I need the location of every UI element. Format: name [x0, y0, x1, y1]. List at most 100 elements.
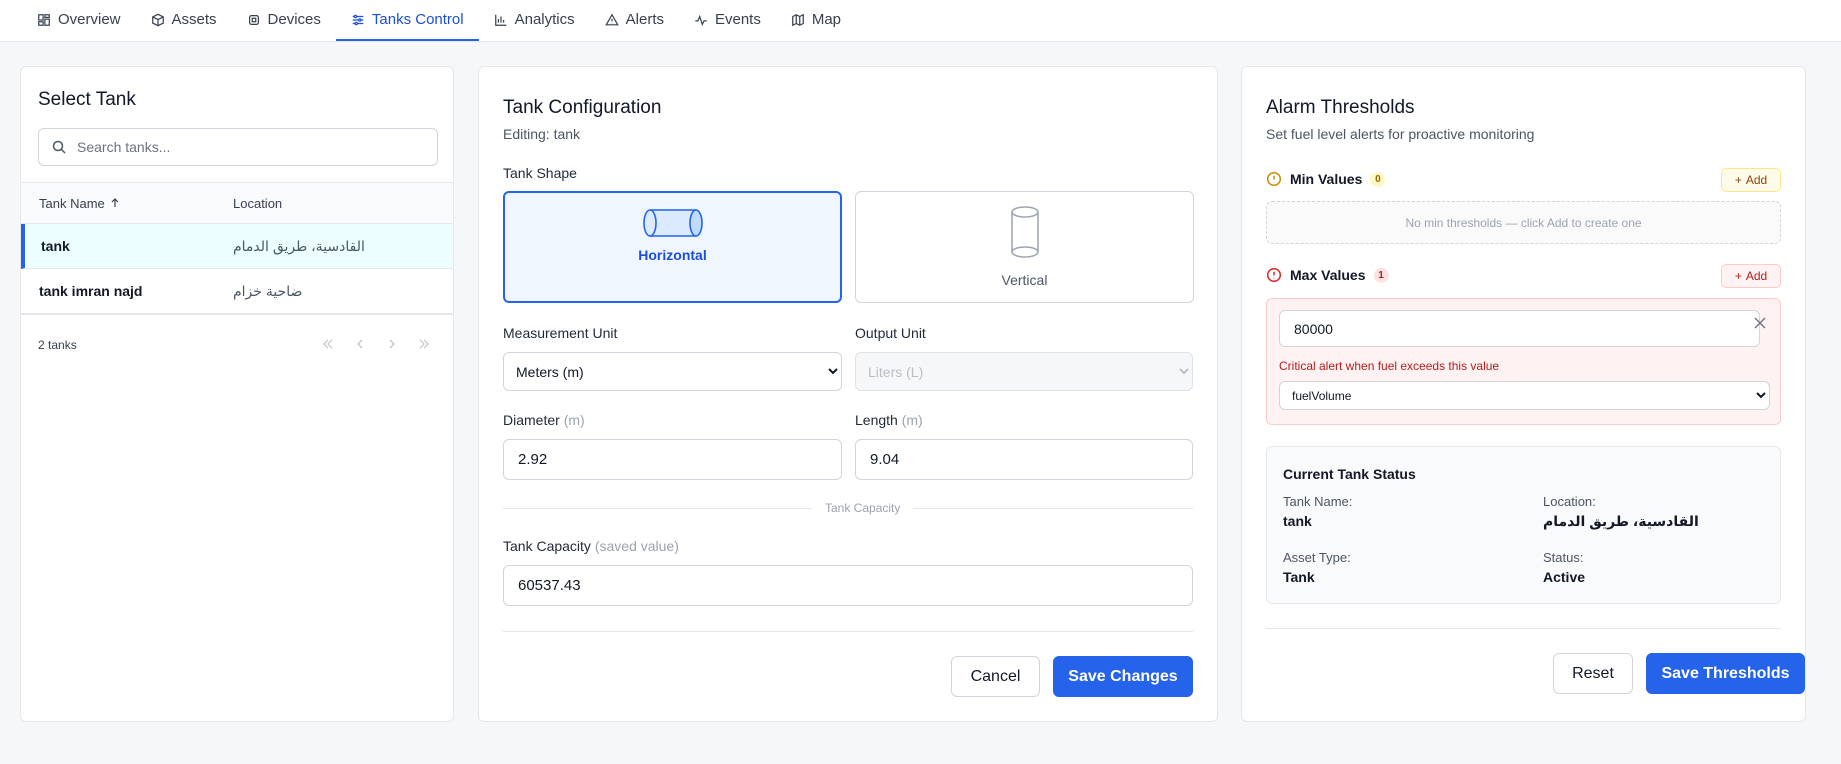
- tab-alerts[interactable]: Alerts: [590, 0, 679, 41]
- tank-name-cell: tank: [41, 238, 70, 254]
- tank-shape-label: Tank Shape: [503, 165, 577, 181]
- sort-asc-icon: [111, 198, 119, 207]
- status-value: Active: [1543, 569, 1586, 585]
- bar-chart-icon: [494, 14, 506, 26]
- activity-icon: [695, 14, 707, 26]
- button-label: Add: [1745, 173, 1768, 187]
- add-min-button[interactable]: + Add: [1721, 168, 1781, 192]
- next-page-icon[interactable]: [385, 337, 399, 351]
- column-label: Tank Name: [39, 195, 105, 211]
- output-unit-select[interactable]: Liters (L): [855, 352, 1193, 391]
- capacity-label: Tank Capacity (saved value): [503, 538, 679, 554]
- select-tank-panel: Select Tank Tank Name Location tank القا…: [20, 66, 454, 722]
- plus-icon: +: [1734, 269, 1742, 283]
- diameter-input[interactable]: [503, 439, 842, 480]
- reset-button[interactable]: Reset: [1553, 653, 1633, 694]
- length-unit: (m): [901, 412, 923, 428]
- tab-overview[interactable]: Overview: [22, 0, 136, 41]
- column-tank-name[interactable]: Tank Name: [39, 196, 120, 211]
- diameter-unit: (m): [563, 412, 585, 428]
- add-max-button[interactable]: + Add: [1721, 264, 1781, 288]
- horizontal-tank-icon: [642, 209, 703, 237]
- panel-subtitle: Set fuel level alerts for proactive moni…: [1266, 126, 1535, 142]
- max-value-input[interactable]: [1279, 310, 1760, 347]
- max-values-header: Max Values 1: [1266, 267, 1389, 283]
- min-empty-state: No min thresholds — click Add to create …: [1266, 201, 1781, 244]
- min-values-header: Min Values 0: [1266, 171, 1386, 187]
- panel-title: Tank Configuration: [503, 97, 662, 118]
- top-nav: Overview Assets Devices Tanks Control An…: [0, 0, 1841, 42]
- length-input[interactable]: [855, 439, 1193, 480]
- footer-divider: [503, 631, 1193, 632]
- diameter-label-text: Diameter: [503, 412, 560, 428]
- status-value: القادسية، طريق الدمام: [1543, 513, 1699, 529]
- footer-divider: [1266, 628, 1781, 629]
- status-value: tank: [1283, 513, 1312, 529]
- threshold-field-select[interactable]: fuelVolume: [1279, 381, 1770, 410]
- status-key: Asset Type:: [1283, 550, 1351, 565]
- tank-configuration-panel: Tank Configuration Editing: tank Tank Sh…: [478, 66, 1218, 722]
- editing-label: Editing: tank: [503, 126, 581, 142]
- plus-icon: +: [1734, 173, 1742, 187]
- output-unit-label: Output Unit: [855, 325, 926, 341]
- tab-label: Alerts: [625, 11, 664, 28]
- capacity-label-text: Tank Capacity: [503, 538, 591, 554]
- alert-circle-icon: [1266, 171, 1282, 187]
- last-page-icon[interactable]: [417, 337, 431, 351]
- table-row[interactable]: tank imran najd ضاحية خزام: [21, 269, 453, 314]
- first-page-icon[interactable]: [321, 337, 335, 351]
- diameter-label: Diameter (m): [503, 412, 585, 428]
- location-cell: القادسية، طريق الدمام: [233, 237, 365, 254]
- status-key: Tank Name:: [1283, 494, 1353, 509]
- search-input[interactable]: [77, 139, 417, 155]
- warning-icon: [604, 13, 619, 25]
- location-cell: ضاحية خزام: [233, 282, 303, 299]
- status-key: Status:: [1543, 550, 1584, 565]
- vertical-tank-icon: [1010, 206, 1039, 258]
- tab-analytics[interactable]: Analytics: [479, 0, 590, 41]
- tab-events[interactable]: Events: [679, 0, 776, 41]
- shape-vertical-option[interactable]: Vertical: [855, 191, 1194, 303]
- section-label: Max Values: [1290, 267, 1366, 283]
- tab-assets[interactable]: Assets: [136, 0, 232, 41]
- map-icon: [791, 13, 804, 26]
- status-tank-name: Tank Name: tank: [1283, 494, 1352, 529]
- tab-label: Events: [714, 11, 761, 28]
- divider-label: Tank Capacity: [812, 501, 914, 515]
- status-location: Location: القادسية، طريق الدمام: [1543, 494, 1699, 530]
- box-icon: [151, 13, 164, 26]
- tab-label: Assets: [171, 11, 217, 28]
- status-asset-type: Asset Type: Tank: [1283, 550, 1351, 585]
- search-box: [38, 128, 438, 166]
- status-value: Tank: [1283, 569, 1315, 585]
- save-thresholds-button[interactable]: Save Thresholds: [1646, 653, 1805, 694]
- prev-page-icon[interactable]: [353, 337, 367, 351]
- tab-label: Overview: [58, 11, 121, 28]
- cancel-button[interactable]: Cancel: [951, 656, 1040, 697]
- tab-tanks-control[interactable]: Tanks Control: [335, 0, 479, 41]
- shape-horizontal-option[interactable]: Horizontal: [503, 191, 842, 303]
- panel-title: Select Tank: [38, 89, 136, 110]
- tab-map[interactable]: Map: [776, 0, 856, 41]
- alert-circle-icon: [1266, 267, 1282, 283]
- save-changes-button[interactable]: Save Changes: [1053, 656, 1193, 697]
- device-icon: [248, 14, 259, 25]
- shape-label: Horizontal: [638, 247, 707, 263]
- shape-label: Vertical: [1001, 272, 1048, 288]
- status-title: Current Tank Status: [1283, 466, 1416, 482]
- capacity-input[interactable]: [503, 565, 1193, 606]
- status-key: Location:: [1543, 494, 1596, 509]
- table-row[interactable]: tank القادسية، طريق الدمام: [21, 224, 453, 269]
- measurement-unit-select[interactable]: Meters (m): [503, 352, 842, 391]
- panel-title: Alarm Thresholds: [1266, 97, 1415, 118]
- status-state: Status: Active: [1543, 550, 1585, 585]
- close-icon[interactable]: [1754, 317, 1766, 329]
- search-icon: [52, 140, 66, 154]
- tab-devices[interactable]: Devices: [232, 0, 336, 41]
- count-badge: 1: [1373, 267, 1389, 283]
- column-location: Location: [233, 195, 283, 211]
- count-badge: 0: [1370, 171, 1386, 187]
- length-label: Length (m): [855, 412, 923, 428]
- measurement-unit-label: Measurement Unit: [503, 325, 618, 341]
- button-label: Add: [1745, 269, 1768, 283]
